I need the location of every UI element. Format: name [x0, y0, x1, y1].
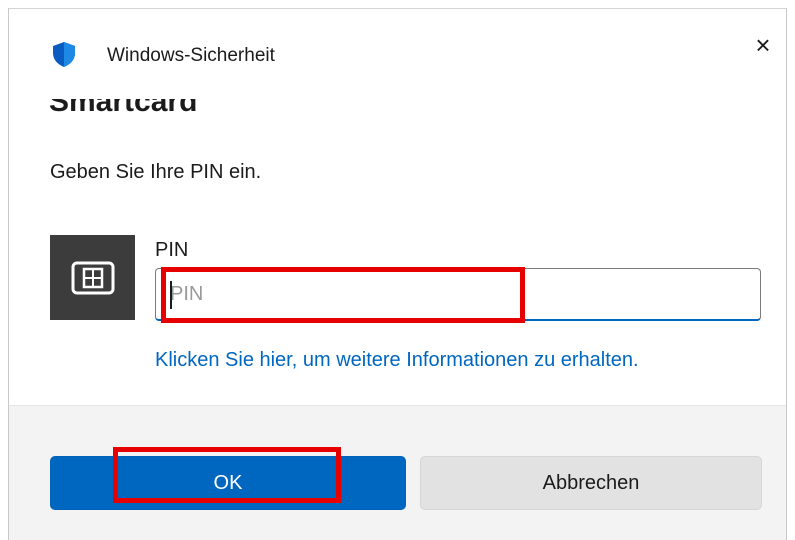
smartcard-tile	[50, 235, 135, 320]
button-bar: OK Abbrechen	[9, 405, 786, 540]
pin-input[interactable]	[155, 268, 761, 321]
close-button[interactable]: ×	[740, 25, 786, 65]
pin-label: PIN	[155, 239, 189, 261]
dialog-heading: Smartcard	[49, 99, 198, 118]
security-dialog: Windows-Sicherheit × Smartcard Geben Sie…	[8, 8, 787, 540]
ok-button[interactable]: OK	[50, 456, 406, 510]
cancel-button[interactable]: Abbrechen	[420, 456, 762, 510]
background-window-strip	[0, 0, 795, 8]
close-icon: ×	[755, 29, 771, 60]
smartcard-icon	[71, 261, 114, 294]
heading-container: Smartcard	[49, 99, 349, 123]
pin-prompt: Geben Sie Ihre PIN ein.	[50, 161, 262, 183]
more-info-link[interactable]: Klicken Sie hier, um weitere Information…	[155, 349, 639, 372]
text-cursor	[170, 281, 172, 309]
shield-icon	[53, 42, 75, 67]
title-bar: Windows-Sicherheit ×	[9, 9, 786, 89]
window-title: Windows-Sicherheit	[107, 45, 275, 66]
